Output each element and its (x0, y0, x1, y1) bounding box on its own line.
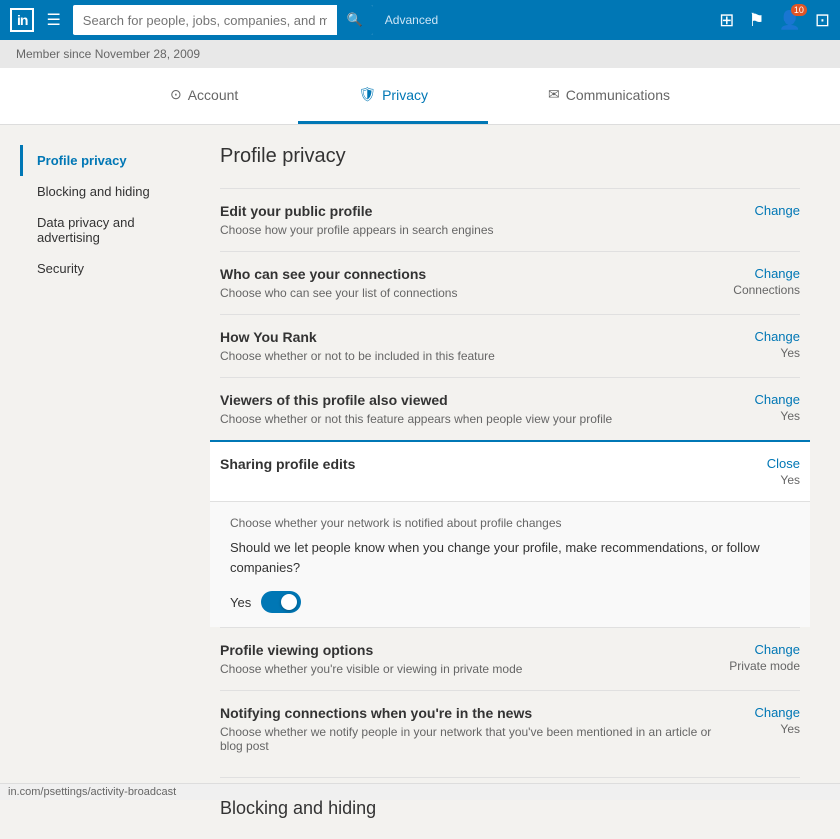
tab-account-label: Account (188, 87, 239, 103)
setting-right-profile-viewing: Change Private mode (720, 642, 800, 673)
change-link-notifying[interactable]: Change (720, 705, 800, 720)
setting-title-how-you-rank: How You Rank (220, 329, 720, 345)
privacy-icon: 🛡 (358, 86, 376, 103)
status-bar: in.com/psettings/activity-broadcast (0, 783, 840, 800)
setting-desc-notifying: Choose whether we notify people in your … (220, 725, 720, 753)
setting-left-notifying: Notifying connections when you're in the… (220, 705, 720, 753)
setting-title-notifying: Notifying connections when you're in the… (220, 705, 720, 721)
sharing-expanded-content: Choose whether your network is notified … (210, 501, 810, 627)
setting-title-profile-viewing: Profile viewing options (220, 642, 720, 658)
setting-left-sharing: Sharing profile edits (220, 456, 720, 476)
home-icon[interactable]: ⊞ (719, 10, 734, 31)
tab-communications-label: Communications (566, 87, 670, 103)
setting-left-profile-viewing: Profile viewing options Choose whether y… (220, 642, 720, 676)
change-link-profile-viewing[interactable]: Change (720, 642, 800, 657)
setting-value-profile-viewing: Private mode (720, 659, 800, 673)
toggle-row-sharing: Yes (230, 591, 790, 613)
search-button[interactable]: 🔍 (337, 5, 373, 35)
page-title: Profile privacy (220, 145, 800, 168)
setting-value-how-you-rank: Yes (720, 346, 800, 360)
setting-title-sharing: Sharing profile edits (220, 456, 720, 472)
tab-privacy[interactable]: 🛡 Privacy (298, 68, 488, 124)
setting-row-profile-viewing: Profile viewing options Choose whether y… (220, 627, 800, 690)
flag-icon[interactable]: ⚑ (748, 10, 764, 31)
toggle-switch-sharing[interactable] (261, 591, 301, 613)
top-navigation: in ☰ 🔍 Advanced ⊞ ⚑ 👤 10 ⊡ (0, 0, 840, 40)
member-since-text: Member since November 28, 2009 (16, 47, 200, 61)
change-link-public-profile[interactable]: Change (720, 203, 800, 218)
setting-desc-profile-viewing: Choose whether you're visible or viewing… (220, 662, 720, 676)
communications-icon: ✉ (548, 86, 560, 103)
setting-row-how-you-rank: How You Rank Choose whether or not to be… (220, 314, 800, 377)
sidebar-item-data-privacy[interactable]: Data privacy and advertising (20, 207, 200, 253)
setting-title-public-profile: Edit your public profile (220, 203, 720, 219)
sharing-expanded-question: Should we let people know when you chang… (230, 538, 790, 577)
content-area: Profile privacy Edit your public profile… (200, 145, 820, 819)
setting-row-connections: Who can see your connections Choose who … (220, 251, 800, 314)
setting-title-connections: Who can see your connections (220, 266, 720, 282)
profile-icon[interactable]: ⊡ (815, 10, 830, 31)
setting-value-notifying: Yes (720, 722, 800, 736)
sub-header: Member since November 28, 2009 (0, 40, 840, 68)
setting-value-viewers: Yes (720, 409, 800, 423)
setting-row-notifying: Notifying connections when you're in the… (220, 690, 800, 767)
setting-desc-how-you-rank: Choose whether or not to be included in … (220, 349, 720, 363)
tab-account[interactable]: ⊙ Account (110, 68, 298, 124)
setting-row-public-profile: Edit your public profile Choose how your… (220, 188, 800, 251)
toggle-label-sharing: Yes (230, 595, 251, 610)
sidebar-item-security[interactable]: Security (20, 253, 200, 284)
setting-right-public-profile: Change (720, 203, 800, 218)
linkedin-logo: in (10, 8, 34, 32)
setting-left-viewers: Viewers of this profile also viewed Choo… (220, 392, 720, 426)
sidebar-item-blocking-hiding[interactable]: Blocking and hiding (20, 176, 200, 207)
advanced-search-link[interactable]: Advanced (385, 13, 438, 27)
tab-privacy-label: Privacy (382, 87, 428, 103)
search-input[interactable] (73, 7, 337, 34)
status-url: in.com/psettings/activity-broadcast (8, 786, 176, 798)
setting-right-notifying: Change Yes (720, 705, 800, 736)
setting-title-viewers: Viewers of this profile also viewed (220, 392, 720, 408)
setting-desc-public-profile: Choose how your profile appears in searc… (220, 223, 720, 237)
menu-icon[interactable]: ☰ (42, 6, 64, 34)
close-link-sharing[interactable]: Close (720, 456, 800, 471)
setting-left-how-you-rank: How You Rank Choose whether or not to be… (220, 329, 720, 363)
change-link-how-you-rank[interactable]: Change (720, 329, 800, 344)
tab-bar: ⊙ Account 🛡 Privacy ✉ Communications (0, 68, 840, 125)
change-link-connections[interactable]: Change (720, 266, 800, 281)
setting-right-how-you-rank: Change Yes (720, 329, 800, 360)
setting-desc-connections: Choose who can see your list of connecti… (220, 286, 720, 300)
setting-right-connections: Change Connections (720, 266, 800, 297)
sidebar-item-profile-privacy[interactable]: Profile privacy (20, 145, 200, 176)
account-icon: ⊙ (170, 86, 182, 103)
sidebar: Profile privacy Blocking and hiding Data… (20, 145, 200, 819)
tab-communications[interactable]: ✉ Communications (488, 68, 730, 124)
setting-value-sharing: Yes (720, 473, 800, 487)
nav-icons-group: ⊞ ⚑ 👤 10 ⊡ (719, 10, 830, 31)
setting-right-sharing: Close Yes (720, 456, 800, 487)
sharing-desc: Choose whether your network is notified … (230, 516, 790, 530)
setting-desc-viewers: Choose whether or not this feature appea… (220, 412, 720, 426)
setting-row-sharing: Sharing profile edits Close Yes (210, 440, 810, 501)
search-bar-container: 🔍 (73, 5, 373, 35)
notifications-icon[interactable]: 👤 10 (778, 10, 800, 31)
setting-right-viewers: Change Yes (720, 392, 800, 423)
change-link-viewers[interactable]: Change (720, 392, 800, 407)
setting-value-connections: Connections (720, 283, 800, 297)
setting-left-connections: Who can see your connections Choose who … (220, 266, 720, 300)
setting-row-viewers: Viewers of this profile also viewed Choo… (220, 377, 800, 440)
notification-badge: 10 (791, 4, 807, 16)
main-layout: Profile privacy Blocking and hiding Data… (10, 125, 830, 839)
setting-left-public-profile: Edit your public profile Choose how your… (220, 203, 720, 237)
